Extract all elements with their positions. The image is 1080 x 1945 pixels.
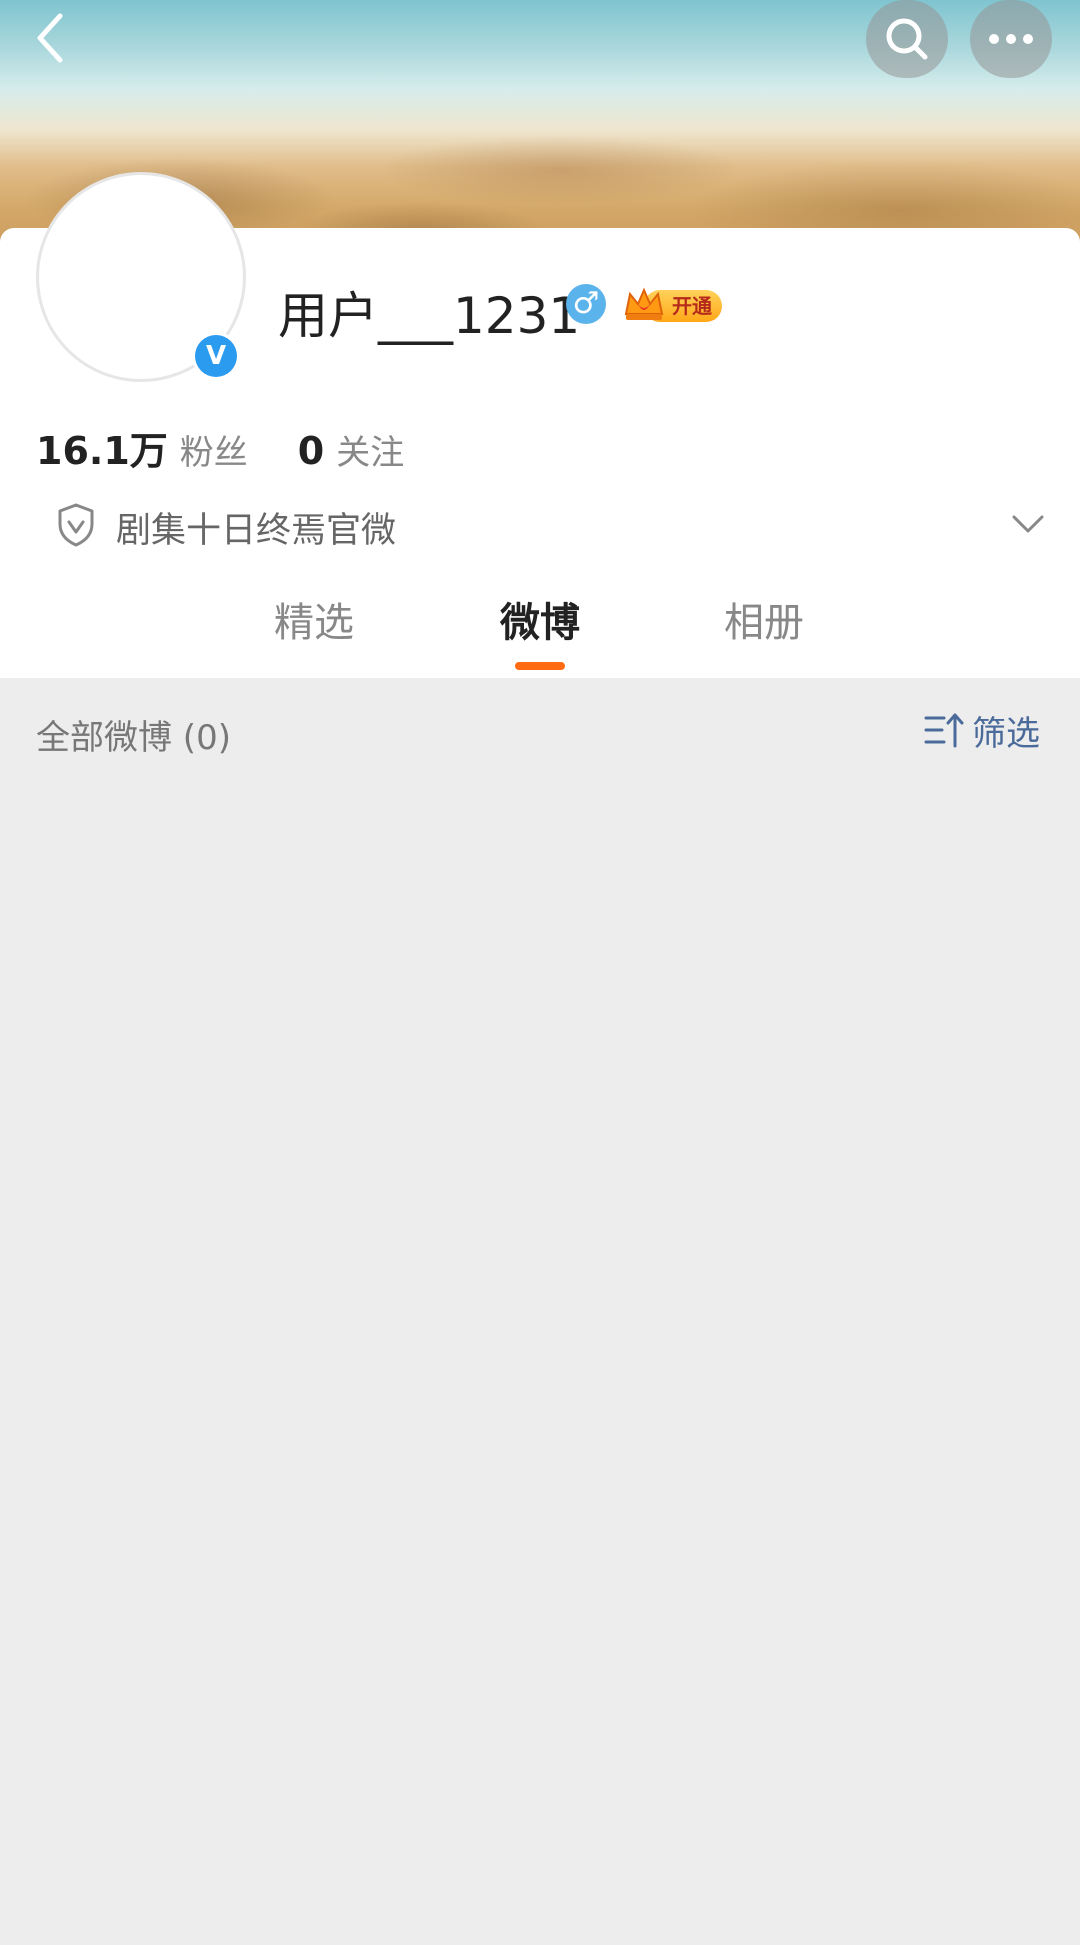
profile-stats: 16.1万 粉丝 0 关注 — [36, 420, 404, 475]
followers-label[interactable]: 粉丝 — [180, 425, 248, 474]
more-dots-icon — [989, 34, 1033, 44]
tab-weibo[interactable]: 微博 — [500, 590, 580, 648]
search-button[interactable] — [866, 0, 948, 78]
following-count[interactable]: 0 — [298, 429, 324, 473]
chevron-left-icon — [37, 13, 63, 63]
verified-badge-icon: V — [192, 332, 240, 380]
filter-button[interactable]: 筛选 — [924, 706, 1040, 754]
verification-text: 剧集十日终焉官微 — [116, 511, 397, 551]
followers-count[interactable]: 16.1万 — [36, 420, 168, 475]
tab-album[interactable]: 相册 — [724, 590, 804, 648]
chevron-down-icon[interactable] — [1010, 506, 1046, 542]
all-weibo-count: 全部微博 (0) — [36, 718, 231, 758]
filter-sort-icon — [924, 713, 964, 748]
verified-mark: V — [195, 335, 237, 377]
verification-info-row[interactable]: 剧集十日终焉官微 — [56, 500, 1046, 551]
profile-page: V 用户___1231 ♂ 开通 16.1万 粉丝 0 关注 剧集十日终焉官微 … — [0, 0, 1080, 1945]
username: 用户___1231 — [278, 287, 581, 345]
tab-featured[interactable]: 精选 — [274, 590, 354, 648]
feed-header: 全部微博 (0) 筛选 — [0, 680, 1080, 780]
back-button[interactable] — [22, 8, 82, 68]
more-button[interactable] — [970, 0, 1052, 78]
vip-open-button[interactable]: 开通 — [622, 284, 722, 324]
crown-icon — [624, 287, 664, 320]
shield-icon — [58, 503, 94, 547]
active-tab-indicator — [515, 662, 565, 670]
empty-feed-area — [0, 780, 1080, 1945]
male-gender-icon: ♂ — [566, 284, 606, 324]
search-icon — [886, 18, 928, 60]
filter-label: 筛选 — [972, 713, 1040, 754]
following-label[interactable]: 关注 — [336, 425, 404, 474]
